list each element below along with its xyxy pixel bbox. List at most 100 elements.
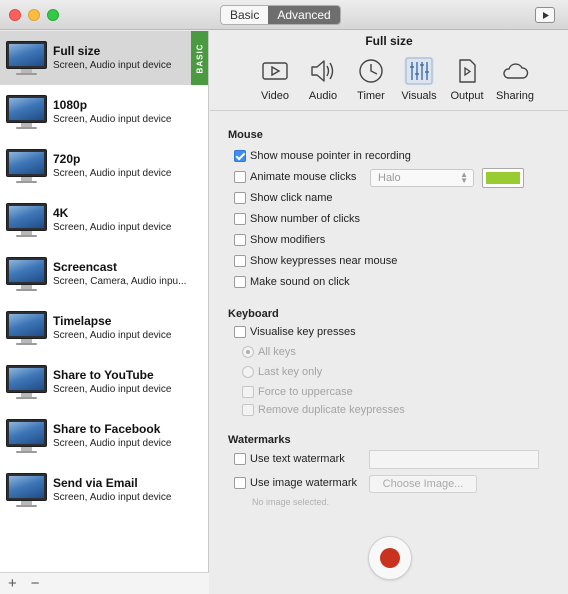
presets-sidebar: Full size Screen, Audio input device BAS… — [0, 31, 209, 594]
tab-advanced[interactable]: Advanced — [268, 6, 340, 24]
last-key-row[interactable]: Last key only — [242, 366, 322, 378]
show-pointer-row[interactable]: Show mouse pointer in recording — [234, 150, 411, 162]
clock-icon — [359, 59, 383, 83]
click-color-well[interactable] — [482, 168, 524, 188]
monitor-icon — [6, 311, 47, 345]
show-number-checkbox[interactable] — [234, 213, 246, 225]
preset-send-email[interactable]: Send via Email Screen, Audio input devic… — [0, 463, 208, 517]
preset-1080p[interactable]: 1080p Screen, Audio input device — [0, 85, 208, 139]
show-number-row[interactable]: Show number of clicks — [234, 213, 360, 225]
tab-visuals[interactable]: Visuals — [395, 55, 443, 107]
visualise-keys-row[interactable]: Visualise key presses — [234, 326, 356, 338]
watermark-text-input[interactable] — [369, 450, 539, 469]
file-play-icon — [459, 59, 476, 83]
preset-subtitle: Screen, Audio input device — [53, 330, 172, 341]
record-icon — [380, 548, 400, 568]
show-keypresses-checkbox[interactable] — [234, 255, 246, 267]
preset-share-youtube[interactable]: Share to YouTube Screen, Audio input dev… — [0, 355, 208, 409]
record-button[interactable] — [368, 536, 412, 580]
make-sound-checkbox[interactable] — [234, 276, 246, 288]
preview-button[interactable] — [535, 7, 555, 23]
text-watermark-checkbox[interactable] — [234, 453, 246, 465]
remove-preset-button[interactable]: − — [31, 576, 40, 591]
show-click-name-checkbox[interactable] — [234, 192, 246, 204]
title-bar: Basic Advanced — [0, 0, 568, 30]
monitor-icon — [6, 95, 47, 129]
monitor-icon — [6, 149, 47, 183]
pane-header: Full size Video Audio Timer Visuals Outp… — [210, 31, 568, 111]
force-uppercase-checkbox[interactable] — [242, 386, 254, 398]
settings-toolbar: Video Audio Timer Visuals Output Sharing — [251, 55, 539, 107]
text-watermark-row[interactable]: Use text watermark — [234, 453, 345, 465]
sidebar-footer: + − — [0, 572, 209, 594]
stepper-arrows-icon: ▲ ▼ — [460, 170, 468, 185]
tab-sharing[interactable]: Sharing — [491, 55, 539, 107]
speaker-icon — [311, 60, 334, 82]
show-modifiers-row[interactable]: Show modifiers — [234, 234, 325, 246]
tab-basic[interactable]: Basic — [221, 6, 268, 24]
app-window: Basic Advanced Full size Screen, Audio i… — [0, 0, 568, 594]
basic-badge: BASIC — [191, 31, 208, 85]
force-uppercase-row[interactable]: Force to uppercase — [242, 386, 353, 398]
show-pointer-checkbox[interactable] — [234, 150, 246, 162]
remove-duplicates-row[interactable]: Remove duplicate keypresses — [242, 404, 405, 416]
tab-video[interactable]: Video — [251, 55, 299, 107]
cloud-icon — [503, 63, 529, 79]
preset-4k[interactable]: 4K Screen, Audio input device — [0, 193, 208, 247]
preset-title: 4K — [53, 206, 69, 220]
preset-share-facebook[interactable]: Share to Facebook Screen, Audio input de… — [0, 409, 208, 463]
monitor-icon — [6, 365, 47, 399]
animate-clicks-row[interactable]: Animate mouse clicks — [234, 171, 356, 183]
tab-timer[interactable]: Timer — [347, 55, 395, 107]
visualise-keys-checkbox[interactable] — [234, 326, 246, 338]
choose-image-button[interactable]: Choose Image... — [369, 475, 477, 493]
preset-subtitle: Screen, Audio input device — [53, 114, 172, 125]
no-image-label: No image selected. — [252, 497, 330, 507]
monitor-icon — [6, 257, 47, 291]
show-modifiers-checkbox[interactable] — [234, 234, 246, 246]
mode-segmented-control: Basic Advanced — [220, 5, 341, 25]
settings-pane: Full size Video Audio Timer Visuals Outp… — [210, 31, 568, 594]
preset-subtitle: Screen, Audio input device — [53, 438, 172, 449]
image-watermark-checkbox[interactable] — [234, 477, 246, 489]
animate-clicks-checkbox[interactable] — [234, 171, 246, 183]
zoom-window-button[interactable] — [47, 9, 59, 21]
show-click-name-row[interactable]: Show click name — [234, 192, 333, 204]
monitor-icon — [6, 41, 47, 75]
preset-title: 1080p — [53, 98, 88, 112]
preset-full-size[interactable]: Full size Screen, Audio input device BAS… — [0, 31, 208, 85]
tab-audio[interactable]: Audio — [299, 55, 347, 107]
preset-subtitle: Screen, Audio input device — [53, 384, 172, 395]
last-key-radio[interactable] — [242, 366, 254, 378]
preset-timelapse[interactable]: Timelapse Screen, Audio input device — [0, 301, 208, 355]
preset-subtitle: Screen, Audio input device — [53, 168, 172, 179]
watermarks-heading: Watermarks — [228, 434, 291, 446]
preset-subtitle: Screen, Audio input device — [53, 222, 172, 233]
image-watermark-row[interactable]: Use image watermark — [234, 477, 357, 489]
color-swatch — [486, 172, 520, 184]
all-keys-radio[interactable] — [242, 346, 254, 358]
monitor-icon — [6, 419, 47, 453]
tab-output[interactable]: Output — [443, 55, 491, 107]
preset-title: Send via Email — [53, 476, 138, 490]
minimize-window-button[interactable] — [28, 9, 40, 21]
all-keys-row[interactable]: All keys — [242, 346, 296, 358]
keyboard-heading: Keyboard — [228, 308, 279, 320]
preset-title: 720p — [53, 152, 81, 166]
preset-subtitle: Screen, Audio input device — [53, 492, 172, 503]
preset-720p[interactable]: 720p Screen, Audio input device — [0, 139, 208, 193]
halo-style-select[interactable]: Halo ▲ ▼ — [370, 169, 474, 187]
sliders-icon — [404, 57, 434, 85]
monitor-icon — [6, 203, 47, 237]
play-icon — [543, 12, 549, 19]
mouse-heading: Mouse — [228, 129, 263, 141]
remove-duplicates-checkbox[interactable] — [242, 404, 254, 416]
preset-title: Share to YouTube — [53, 368, 154, 382]
close-window-button[interactable] — [9, 9, 21, 21]
make-sound-row[interactable]: Make sound on click — [234, 276, 350, 288]
add-preset-button[interactable]: + — [8, 576, 17, 591]
preset-screencast[interactable]: Screencast Screen, Camera, Audio inpu... — [0, 247, 208, 301]
show-keypresses-row[interactable]: Show keypresses near mouse — [234, 255, 397, 267]
preset-title: Screencast — [53, 260, 118, 274]
pane-title: Full size — [365, 34, 413, 48]
